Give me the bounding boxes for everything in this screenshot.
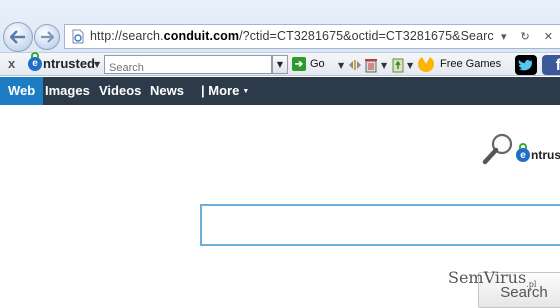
tab-videos[interactable]: Videos bbox=[99, 77, 141, 105]
browser-window: http://search.conduit.com/?ctid=CT328167… bbox=[0, 0, 560, 308]
watermark: SemVirus.pl bbox=[448, 268, 536, 289]
tab-more[interactable]: | More ▼ bbox=[201, 77, 249, 105]
conduit-toolbar: x e ntrusted ▼ ▼ ➔ Go ▼ ▼ ▼ Free Games bbox=[0, 51, 560, 77]
brand-logo-text: ntrusted bbox=[531, 148, 560, 162]
search-dropdown-button[interactable]: ▼ bbox=[272, 55, 288, 74]
tab-web[interactable]: Web bbox=[0, 77, 44, 105]
facebook-icon: f bbox=[555, 57, 560, 74]
free-games-label: Free Games bbox=[440, 58, 502, 70]
go-label: Go bbox=[310, 58, 325, 70]
forward-arrow-icon bbox=[41, 31, 54, 43]
brand-logo-e-letter: e bbox=[520, 149, 526, 161]
toolbar-search-input[interactable] bbox=[105, 59, 271, 77]
logo-e-icon: e bbox=[28, 51, 42, 71]
search-nav: Web Images Videos News | More ▼ bbox=[0, 77, 560, 105]
logo-e-letter: e bbox=[32, 58, 38, 69]
go-arrow-icon: ➔ bbox=[292, 57, 306, 71]
free-games-button[interactable]: Free Games bbox=[415, 53, 502, 75]
brand-logo: e ntrusted bbox=[516, 143, 560, 162]
watermark-text: SemVirus bbox=[448, 268, 527, 287]
recycle-caret-icon[interactable]: ▼ bbox=[407, 61, 413, 70]
magnifier-icon bbox=[482, 133, 513, 165]
toolbar-logo[interactable]: e ntrusted bbox=[28, 51, 95, 71]
logo-text: ntrusted bbox=[43, 56, 95, 71]
url-domain: conduit.com bbox=[163, 29, 240, 43]
forward-button[interactable] bbox=[34, 24, 60, 50]
lock-shackle bbox=[31, 51, 39, 58]
go-menu-caret-icon[interactable]: ▼ bbox=[338, 61, 344, 70]
url-prefix: http://search. bbox=[90, 29, 164, 43]
address-bar[interactable]: http://search.conduit.com/?ctid=CT328167… bbox=[64, 24, 560, 49]
address-tools: ▾ ↻ ✕ bbox=[494, 25, 560, 48]
pacman-icon bbox=[415, 53, 437, 75]
more-caret-icon: ▼ bbox=[242, 87, 250, 95]
stop-icon[interactable]: ✕ bbox=[544, 30, 553, 43]
refresh-icon[interactable]: ↻ bbox=[521, 30, 530, 43]
address-row: http://search.conduit.com/?ctid=CT328167… bbox=[0, 0, 560, 52]
back-arrow-icon bbox=[10, 30, 25, 44]
tab-news[interactable]: News bbox=[150, 77, 184, 105]
page-icon bbox=[72, 29, 84, 44]
address-url[interactable]: http://search.conduit.com/?ctid=CT328167… bbox=[90, 29, 523, 43]
address-dropdown-icon[interactable]: ▾ bbox=[501, 30, 507, 43]
tab-images[interactable]: Images bbox=[45, 77, 90, 105]
trash-icon[interactable] bbox=[362, 56, 380, 74]
toolbar-close-icon[interactable]: x bbox=[8, 56, 15, 71]
twitter-icon bbox=[518, 59, 533, 70]
brand-lock-shackle bbox=[519, 143, 527, 149]
watermark-suffix: .pl bbox=[526, 280, 537, 290]
more-label: | More bbox=[201, 83, 240, 98]
back-button[interactable] bbox=[3, 22, 33, 52]
main-search-input[interactable] bbox=[202, 206, 560, 244]
go-button[interactable]: ➔ Go bbox=[292, 57, 325, 71]
twitter-button[interactable] bbox=[515, 55, 537, 75]
url-rest: /?ctid=CT3281675&octid=CT3281675&SearchS… bbox=[239, 29, 524, 43]
logo-menu-caret-icon[interactable]: ▼ bbox=[94, 60, 100, 69]
brand-logo-e-icon: e bbox=[516, 143, 530, 162]
toolbar-search-field[interactable] bbox=[104, 55, 272, 77]
trash-caret-icon[interactable]: ▼ bbox=[381, 61, 387, 70]
main-search-box[interactable] bbox=[200, 204, 560, 246]
facebook-button[interactable]: f bbox=[542, 55, 560, 75]
recycle-icon[interactable] bbox=[389, 56, 407, 74]
